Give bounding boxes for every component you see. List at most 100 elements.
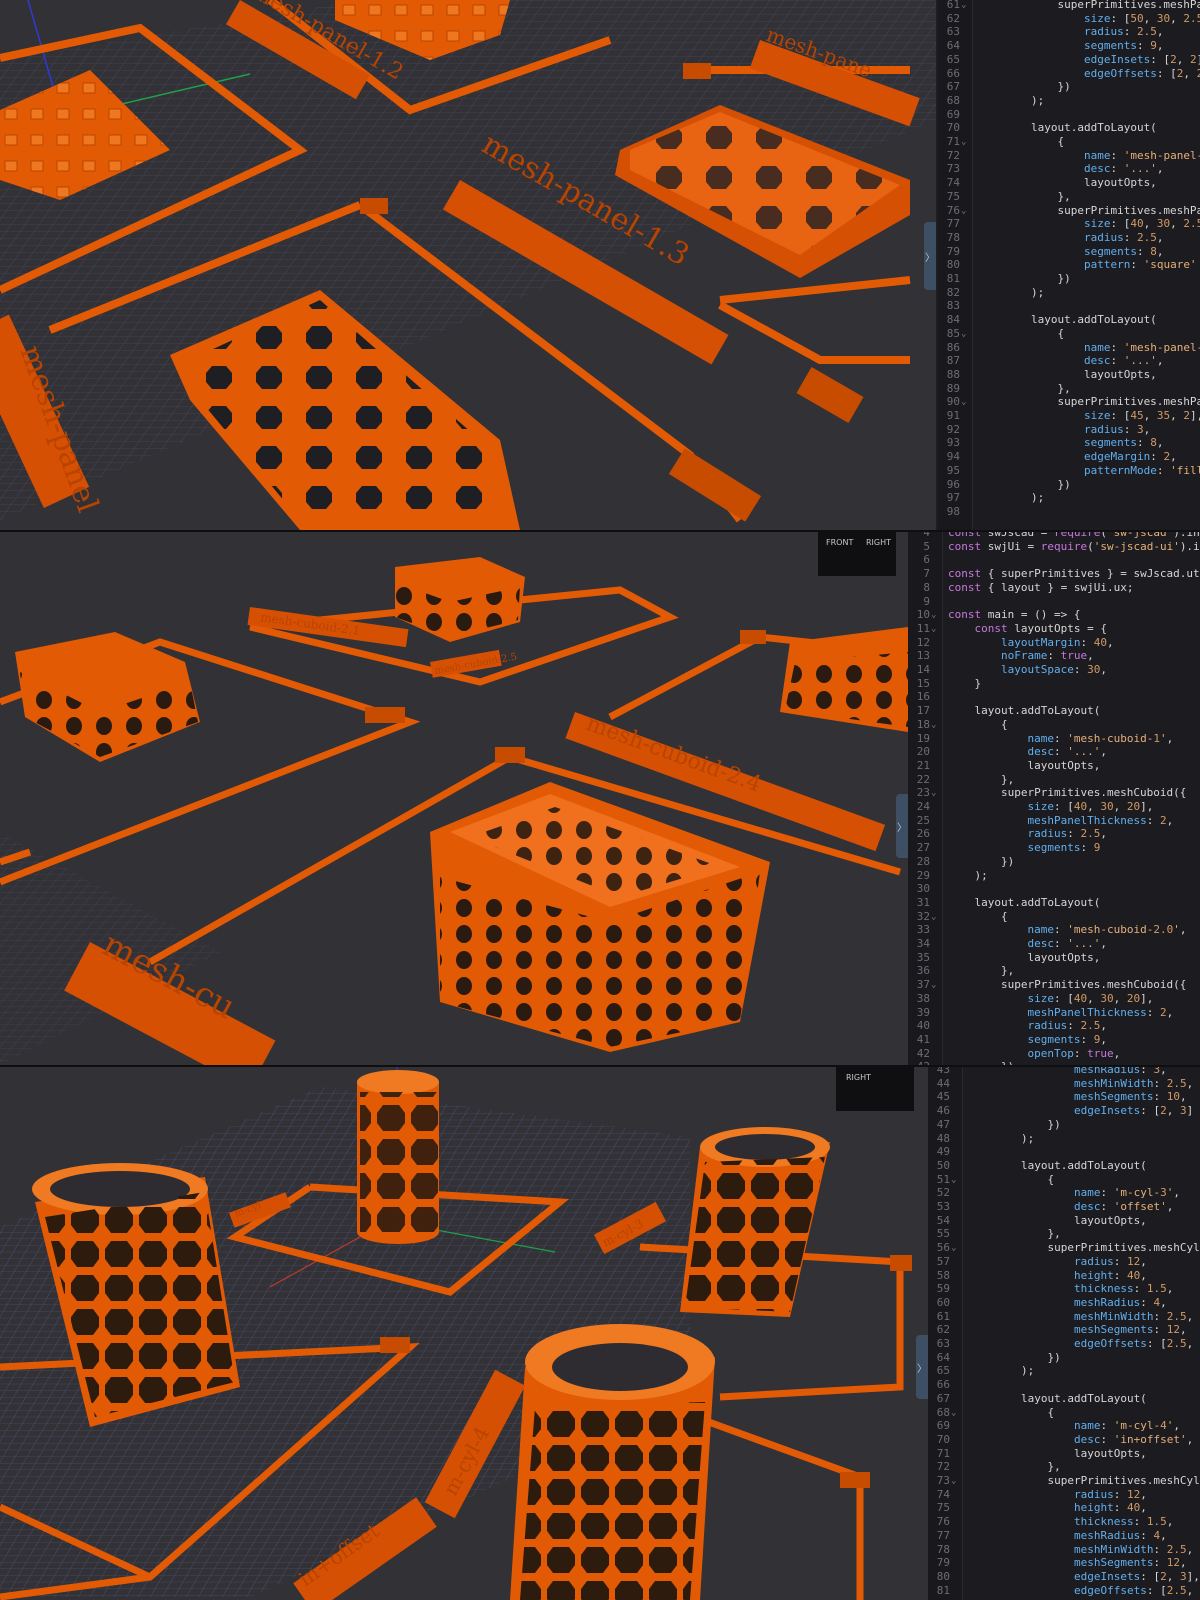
fold-toggle-icon[interactable]: ⌄ <box>931 622 941 636</box>
fold-toggle-icon[interactable]: ⌄ <box>961 327 971 341</box>
code-line[interactable]: 37 ⌄ superPrimitives.meshCuboid({ <box>908 978 1200 992</box>
code-line[interactable]: 62 size: [50, 30, 2.5], <box>938 12 1200 26</box>
code-line[interactable]: 69 <box>938 108 1200 122</box>
code-line[interactable]: 78 radius: 2.5, <box>938 231 1200 245</box>
code-line[interactable]: 85 ⌄ { <box>938 327 1200 341</box>
code-line[interactable]: 95 patternMode: 'fill' <box>938 464 1200 478</box>
code-line[interactable]: 68 ⌄ { <box>928 1406 1200 1420</box>
fold-toggle-icon[interactable]: ⌄ <box>961 204 971 218</box>
code-line[interactable]: 32 ⌄ { <box>908 910 1200 924</box>
code-line[interactable]: 74 layoutOpts, <box>938 176 1200 190</box>
code-line[interactable]: 12 layoutMargin: 40, <box>908 636 1200 650</box>
code-line[interactable]: 76 thickness: 1.5, <box>928 1515 1200 1529</box>
code-line[interactable]: 62 meshSegments: 12, <box>928 1323 1200 1337</box>
fold-toggle-icon[interactable]: ⌄ <box>951 1474 961 1488</box>
fold-toggle-icon[interactable]: ⌄ <box>931 718 941 732</box>
code-line[interactable]: 82 ); <box>938 286 1200 300</box>
code-line[interactable]: 50 layout.addToLayout( <box>928 1159 1200 1173</box>
code-line[interactable]: 24 size: [40, 30, 20], <box>908 800 1200 814</box>
code-line[interactable]: 71 layoutOpts, <box>928 1447 1200 1461</box>
code-line[interactable]: 27 segments: 9 <box>908 841 1200 855</box>
code-line[interactable]: 92 radius: 3, <box>938 423 1200 437</box>
collapse-editor-button-3[interactable]: 〉 <box>916 1335 928 1399</box>
code-line[interactable]: 43 meshRadius: 3, <box>928 1067 1200 1077</box>
code-line[interactable]: 72 name: 'mesh-panel-2', <box>938 149 1200 163</box>
code-line[interactable]: 29 ); <box>908 869 1200 883</box>
code-line[interactable]: 30 <box>908 882 1200 896</box>
code-line[interactable]: 18 ⌄ { <box>908 718 1200 732</box>
collapse-editor-button-1[interactable]: 〉 <box>924 222 936 290</box>
code-line[interactable]: 38 size: [40, 30, 20], <box>908 992 1200 1006</box>
code-line[interactable]: 81 }) <box>938 272 1200 286</box>
code-line[interactable]: 73 desc: '...', <box>938 162 1200 176</box>
fold-toggle-icon[interactable]: ⌄ <box>931 910 941 924</box>
code-line[interactable]: 75 }, <box>938 190 1200 204</box>
3d-viewport-3[interactable]: m-cyl-4 in+offset m-cyl-3 m-cyl <box>0 1067 928 1600</box>
code-line[interactable]: 87 desc: '...', <box>938 354 1200 368</box>
code-line[interactable]: 47 }) <box>928 1118 1200 1132</box>
code-line[interactable]: 19 name: 'mesh-cuboid-1', <box>908 732 1200 746</box>
code-line[interactable]: 6 <box>908 553 1200 567</box>
code-line[interactable]: 44 meshMinWidth: 2.5, <box>928 1077 1200 1091</box>
code-line[interactable]: 96 }) <box>938 478 1200 492</box>
code-line[interactable]: 8 const { layout } = swjUi.ux; <box>908 581 1200 595</box>
fold-toggle-icon[interactable]: ⌄ <box>951 1241 961 1255</box>
code-line[interactable]: 89 }, <box>938 382 1200 396</box>
code-line[interactable]: 58 height: 40, <box>928 1269 1200 1283</box>
code-line[interactable]: 78 meshMinWidth: 2.5, <box>928 1543 1200 1557</box>
fold-toggle-icon[interactable]: ⌄ <box>931 786 941 800</box>
code-line[interactable]: 79 meshSegments: 12, <box>928 1556 1200 1570</box>
code-line[interactable]: 33 name: 'mesh-cuboid-2.0', <box>908 923 1200 937</box>
code-line[interactable]: 64 segments: 9, <box>938 39 1200 53</box>
code-line[interactable]: 91 size: [45, 35, 2], <box>938 409 1200 423</box>
code-line[interactable]: 13 noFrame: true, <box>908 649 1200 663</box>
3d-viewport-1[interactable]: mesh-panel-1.3 mesh-panel-1.2 mesh-panel… <box>0 0 936 530</box>
code-line[interactable]: 72 }, <box>928 1460 1200 1474</box>
code-line[interactable]: 86 name: 'mesh-panel-3', <box>938 341 1200 355</box>
code-line[interactable]: 40 radius: 2.5, <box>908 1019 1200 1033</box>
code-line[interactable]: 93 segments: 8, <box>938 436 1200 450</box>
code-line[interactable]: 56⌄ superPrimitives.meshCylinder({ <box>928 1241 1200 1255</box>
code-line[interactable]: 59 thickness: 1.5, <box>928 1282 1200 1296</box>
fold-toggle-icon[interactable]: ⌄ <box>961 395 971 409</box>
code-line[interactable]: 45 meshSegments: 10, <box>928 1090 1200 1104</box>
code-line[interactable]: 10 ⌄ const main = () => { <box>908 608 1200 622</box>
code-line[interactable]: 77 meshRadius: 4, <box>928 1529 1200 1543</box>
code-line[interactable]: 22 }, <box>908 773 1200 787</box>
code-line[interactable]: 25 meshPanelThickness: 2, <box>908 814 1200 828</box>
code-line[interactable]: 70 desc: 'in+offset', <box>928 1433 1200 1447</box>
fold-toggle-icon[interactable]: ⌄ <box>961 135 971 149</box>
code-line[interactable]: 77 size: [40, 30, 2.5], <box>938 217 1200 231</box>
code-line[interactable]: 75 height: 40, <box>928 1501 1200 1515</box>
code-line[interactable]: 76⌄ superPrimitives.meshPanel({ <box>938 204 1200 218</box>
code-line[interactable]: 84 layout.addToLayout( <box>938 313 1200 327</box>
view-cube[interactable]: RIGHT <box>836 1067 914 1111</box>
code-line[interactable]: 94 edgeMargin: 2, <box>938 450 1200 464</box>
3d-viewport-2[interactable]: mesh-cuboid-2.1 mesh-cuboid-2.4 mesh-cu … <box>0 532 908 1065</box>
code-line[interactable]: 49 <box>928 1145 1200 1159</box>
code-line[interactable]: 28 }) <box>908 855 1200 869</box>
code-line[interactable]: 73⌄ superPrimitives.meshCylinder({ <box>928 1474 1200 1488</box>
code-line[interactable]: 67 layout.addToLayout( <box>928 1392 1200 1406</box>
fold-toggle-icon[interactable]: ⌄ <box>931 608 941 622</box>
code-editor-2[interactable]: 4const swJscad = require('sw-jscad').ini… <box>908 532 1200 1065</box>
fold-toggle-icon[interactable]: ⌄ <box>951 1406 961 1420</box>
code-line[interactable]: 83 <box>938 299 1200 313</box>
code-line[interactable]: 60 meshRadius: 4, <box>928 1296 1200 1310</box>
code-line[interactable]: 66 edgeOffsets: [2, 2] <box>938 67 1200 81</box>
code-line[interactable]: 21 layoutOpts, <box>908 759 1200 773</box>
code-line[interactable]: 69 name: 'm-cyl-4', <box>928 1419 1200 1433</box>
code-line[interactable]: 70 layout.addToLayout( <box>938 121 1200 135</box>
code-line[interactable]: 81 edgeOffsets: [2.5, 3.5], <box>928 1584 1200 1598</box>
code-line[interactable]: 52 name: 'm-cyl-3', <box>928 1186 1200 1200</box>
code-editor-1[interactable]: 61⌄ superPrimitives.meshPanel({62 size: … <box>938 0 1200 530</box>
code-line[interactable]: 11 ⌄ const layoutOpts = { <box>908 622 1200 636</box>
code-line[interactable]: 61 meshMinWidth: 2.5, <box>928 1310 1200 1324</box>
code-line[interactable]: 15 } <box>908 677 1200 691</box>
code-line[interactable]: 90⌄ superPrimitives.meshPanel({ <box>938 395 1200 409</box>
code-line[interactable]: 80 pattern: 'square' <box>938 258 1200 272</box>
code-line[interactable]: 54 layoutOpts, <box>928 1214 1200 1228</box>
code-line[interactable]: 42 openTop: true, <box>908 1047 1200 1061</box>
code-line[interactable]: 88 layoutOpts, <box>938 368 1200 382</box>
code-line[interactable]: 23 ⌄ superPrimitives.meshCuboid({ <box>908 786 1200 800</box>
